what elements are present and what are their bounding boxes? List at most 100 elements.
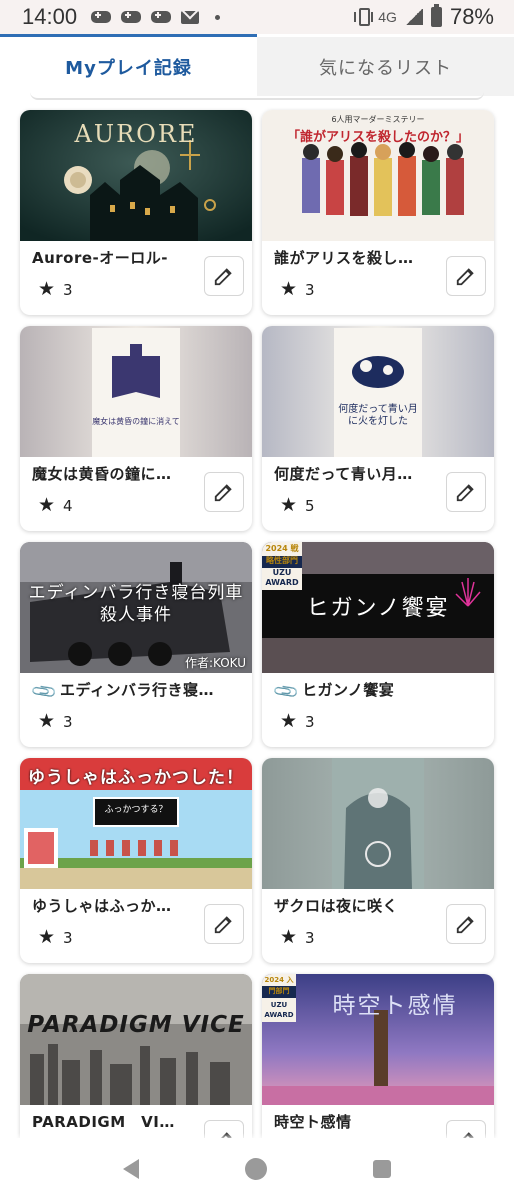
star-icon: ★ — [38, 926, 56, 948]
star-icon: ★ — [280, 926, 298, 948]
paperclip-icon: 📎 — [30, 677, 60, 707]
thumb-title: エディンバラ行き寝台列車殺人事件 — [28, 583, 244, 625]
award-name: UZU AWARD — [264, 1001, 294, 1019]
gamepad-icon — [121, 11, 142, 23]
card-rating: ★ 3 — [280, 928, 315, 947]
thumb-title: 時空ト感情 — [332, 993, 458, 1019]
edit-icon — [456, 268, 474, 286]
card-rating: ★ 3 — [38, 712, 73, 731]
scenario-card[interactable]: 2024 戦略性部門 UZU AWARD ヒガンノ饗宴 📎 ヒガンノ饗宴 ★ 3 — [262, 542, 494, 747]
card-thumbnail — [262, 758, 494, 889]
rating-value: 4 — [63, 496, 73, 515]
scenario-card[interactable]: AURORE Aurore-オーロル- ★ 3 — [20, 110, 252, 315]
card-thumbnail: 魔女は黄昏の鐘に消えて — [20, 326, 252, 457]
thumb-title: AURORE — [74, 120, 198, 148]
thumb-title: PARADIGM VICE — [27, 1012, 245, 1038]
thumb-title: ゆうしゃはふっかつした！ — [28, 768, 244, 788]
network-type: 4G — [378, 9, 397, 25]
card-thumbnail: PARADIGM VICE — [20, 974, 252, 1105]
thumb-title: 何度だって青い月に火を灯した — [338, 404, 418, 427]
star-icon: ★ — [38, 494, 56, 516]
card-title: 何度だって青い月… — [274, 465, 413, 483]
scenario-card[interactable]: 何度だって青い月に火を灯した 何度だって青い月… ★ 5 — [262, 326, 494, 531]
thumb-title: 「誰がアリスを殺したのか？」 — [286, 130, 469, 145]
system-nav-bar — [0, 1138, 514, 1200]
thumb-subtitle: 6人用マーダーミステリー — [331, 115, 425, 124]
edit-icon — [456, 484, 474, 502]
card-thumbnail: ゆうしゃはふっかつした！ ふっかつする？ — [20, 758, 252, 889]
rating-value: 3 — [305, 928, 315, 947]
tab-bar: Myプレイ記録 気になるリスト — [0, 34, 514, 96]
card-title: Aurore-オーロル- — [32, 249, 169, 267]
card-rating: ★ 3 — [280, 712, 315, 731]
rating-value: 3 — [63, 928, 73, 947]
edit-button[interactable] — [446, 472, 486, 512]
edit-button[interactable] — [204, 256, 244, 296]
award-badge: 2024 入門部門 — [264, 976, 294, 995]
edit-button[interactable] — [204, 904, 244, 944]
rating-value: 3 — [63, 712, 73, 731]
card-thumbnail: 2024 入門部門 UZU AWARD 時空ト感情 — [262, 974, 494, 1105]
rating-value: 3 — [305, 712, 315, 731]
card-title: 誰がアリスを殺し… — [274, 249, 414, 267]
card-title: ヒガンノ饗宴 — [302, 681, 395, 699]
tab-wishlist[interactable]: 気になるリスト — [257, 34, 514, 96]
card-thumbnail: エディンバラ行き寝台列車殺人事件 作者:KOKU — [20, 542, 252, 673]
star-icon: ★ — [38, 710, 56, 732]
status-time: 14:00 — [22, 4, 78, 29]
recent-apps-icon[interactable] — [373, 1160, 391, 1178]
scenario-card[interactable]: 魔女は黄昏の鐘に消えて 魔女は黄昏の鐘に… ★ 4 — [20, 326, 252, 531]
more-notifications-icon — [215, 14, 221, 20]
card-thumbnail: 2024 戦略性部門 UZU AWARD ヒガンノ饗宴 — [262, 542, 494, 673]
scenario-card[interactable]: ザクロは夜に咲く ★ 3 — [262, 758, 494, 963]
thumb-title: 魔女は黄昏の鐘に消えて — [92, 417, 180, 426]
card-thumbnail: AURORE — [20, 110, 252, 241]
scenario-card[interactable]: エディンバラ行き寝台列車殺人事件 作者:KOKU 📎 エディンバラ行き寝… ★ … — [20, 542, 252, 747]
edit-button[interactable] — [446, 904, 486, 944]
thumb-author: 作者:KOKU — [184, 656, 246, 670]
signal-icon — [404, 9, 423, 25]
battery-icon — [430, 4, 442, 27]
edit-button[interactable] — [446, 256, 486, 296]
card-thumbnail: 6人用マーダーミステリー 「誰がアリスを殺したのか？」 — [262, 110, 494, 241]
card-rating: ★ 3 — [38, 928, 73, 947]
star-icon: ★ — [280, 278, 298, 300]
card-rating: ★ 5 — [280, 496, 315, 515]
edit-button[interactable] — [204, 472, 244, 512]
paperclip-icon: 📎 — [272, 677, 302, 707]
card-title: PARADIGM VI… — [32, 1113, 175, 1131]
card-title: 魔女は黄昏の鐘に… — [32, 465, 172, 483]
card-title: 時空ト感情 — [274, 1113, 352, 1131]
thumb-title: ヒガンノ饗宴 — [306, 596, 450, 621]
gamepad-icon — [91, 11, 112, 23]
card-rating: ★ 3 — [38, 280, 73, 299]
award-badge: 2024 戦略性部門 — [265, 544, 299, 565]
star-icon: ★ — [280, 494, 298, 516]
card-thumbnail: 何度だって青い月に火を灯した — [262, 326, 494, 457]
card-rating: ★ 3 — [280, 280, 315, 299]
card-rating: ★ 4 — [38, 496, 73, 515]
thumb-dialog: ふっかつする？ — [104, 805, 168, 815]
card-title: エディンバラ行き寝… — [60, 681, 214, 699]
system-icons: 4G 78% — [354, 4, 494, 30]
edit-icon — [214, 484, 232, 502]
back-icon[interactable] — [123, 1159, 139, 1179]
rating-value: 3 — [305, 280, 315, 299]
scenario-card[interactable]: ゆうしゃはふっかつした！ ふっかつする？ ゆうしゃはふっか… ★ 3 — [20, 758, 252, 963]
notification-icons — [91, 10, 221, 24]
award-name: UZU AWARD — [265, 568, 299, 587]
edit-icon — [214, 268, 232, 286]
rating-value: 5 — [305, 496, 315, 515]
list-top-edge — [30, 92, 484, 100]
gamepad-icon — [151, 11, 172, 23]
status-bar: 14:00 4G 78% — [0, 0, 514, 34]
edit-icon — [456, 916, 474, 934]
rating-value: 3 — [63, 280, 73, 299]
home-icon[interactable] — [245, 1158, 267, 1180]
vibrate-icon — [354, 8, 374, 26]
star-icon: ★ — [38, 278, 56, 300]
card-title: ゆうしゃはふっか… — [32, 897, 172, 915]
scenario-card[interactable]: 6人用マーダーミステリー 「誰がアリスを殺したのか？」 誰がアリスを殺し… ★ … — [262, 110, 494, 315]
tab-my-play-record[interactable]: Myプレイ記録 — [0, 34, 257, 96]
edit-icon — [214, 916, 232, 934]
